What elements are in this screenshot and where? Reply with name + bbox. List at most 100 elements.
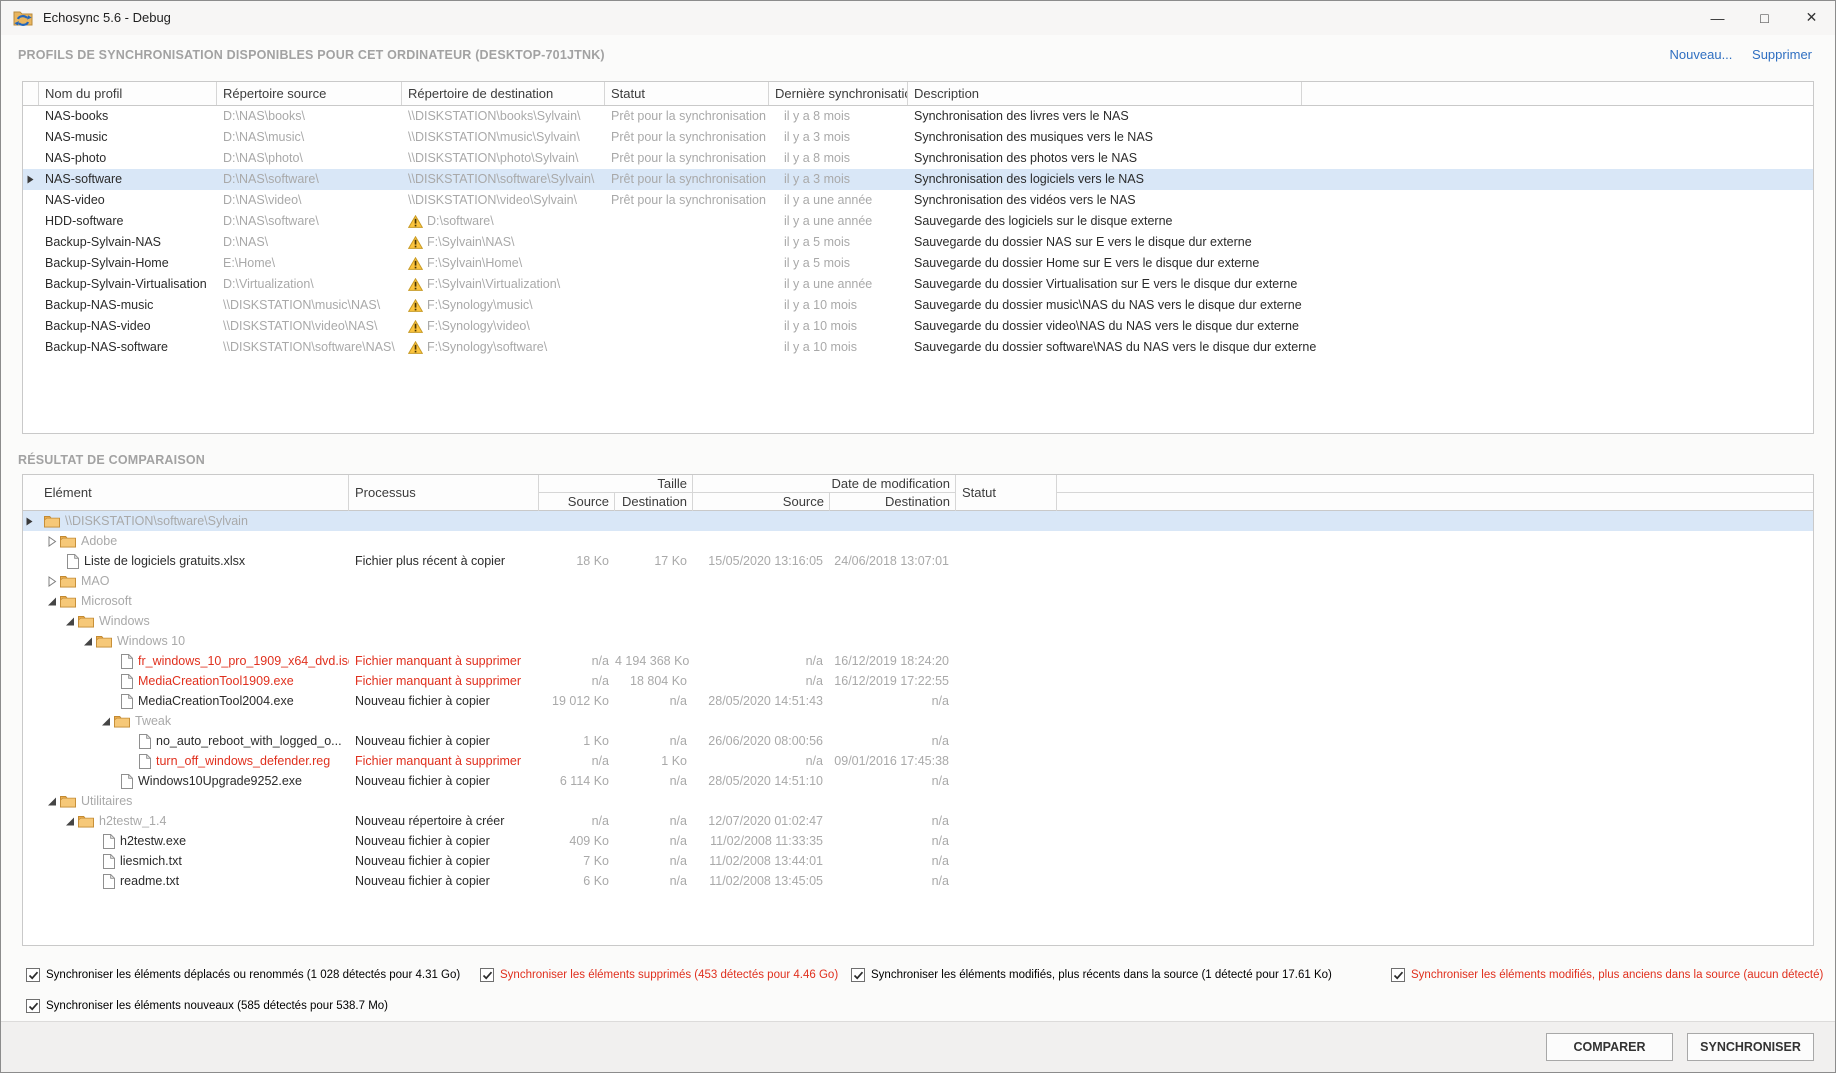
- comparison-folder-row[interactable]: Utilitaires: [23, 791, 1813, 811]
- profile-row[interactable]: Backup-NAS-video\\DISKSTATION\video\NAS\…: [23, 316, 1813, 337]
- profile-row[interactable]: Backup-Sylvain-VirtualisationD:\Virtuali…: [23, 274, 1813, 295]
- date-source-cell: 28/05/2020 14:51:43: [693, 691, 830, 711]
- profile-row[interactable]: Backup-Sylvain-NASD:\NAS\F:\Sylvain\NAS\…: [23, 232, 1813, 253]
- comparison-folder-row[interactable]: MAO: [23, 571, 1813, 591]
- profile-row[interactable]: NAS-booksD:\NAS\books\\\DISKSTATION\book…: [23, 106, 1813, 127]
- column-group-size: Taille: [539, 475, 693, 493]
- comparison-folder-row[interactable]: Tweak: [23, 711, 1813, 731]
- column-header-size-destination[interactable]: Destination: [615, 493, 693, 511]
- process-cell: Fichier manquant à supprimer: [349, 751, 539, 771]
- column-header-date-source[interactable]: Source: [693, 493, 830, 511]
- last-sync-cell: il y a 10 mois: [769, 337, 908, 358]
- folder-icon: [114, 714, 130, 728]
- profile-row[interactable]: HDD-softwareD:\NAS\software\D:\software\…: [23, 211, 1813, 232]
- option-checkbox[interactable]: Synchroniser les éléments modifiés, plus…: [851, 968, 1332, 982]
- option-checkbox[interactable]: Synchroniser les éléments modifiés, plus…: [1391, 968, 1823, 982]
- column-header-source[interactable]: Répertoire source: [217, 82, 402, 105]
- profile-row[interactable]: NAS-musicD:\NAS\music\\\DISKSTATION\musi…: [23, 127, 1813, 148]
- date-destination-cell: [830, 531, 956, 551]
- minimize-button[interactable]: —: [1694, 1, 1741, 34]
- expander-open-icon[interactable]: [65, 616, 76, 627]
- profile-name-cell: NAS-video: [39, 190, 217, 211]
- maximize-button[interactable]: □: [1741, 1, 1788, 34]
- column-header-last-sync[interactable]: Dernière synchronisation: [769, 82, 908, 105]
- comparison-file-row[interactable]: no_auto_reboot_with_logged_o...Nouveau f…: [23, 731, 1813, 751]
- profile-row[interactable]: NAS-softwareD:\NAS\software\\\DISKSTATIO…: [23, 169, 1813, 190]
- expander-open-icon[interactable]: [47, 796, 58, 807]
- comparison-file-row[interactable]: readme.txtNouveau fichier à copier6 Kon/…: [23, 871, 1813, 891]
- comparison-file-row[interactable]: Windows10Upgrade9252.exeNouveau fichier …: [23, 771, 1813, 791]
- comparison-folder-row[interactable]: Adobe: [23, 531, 1813, 551]
- status-cell: [956, 811, 1057, 831]
- close-button[interactable]: ✕: [1788, 1, 1835, 34]
- comparison-file-row[interactable]: h2testw.exeNouveau fichier à copier409 K…: [23, 831, 1813, 851]
- column-header-size-source[interactable]: Source: [539, 493, 615, 511]
- size-source-cell: n/a: [539, 651, 615, 671]
- column-header-destination[interactable]: Répertoire de destination: [402, 82, 605, 105]
- checkbox-box[interactable]: [26, 968, 40, 982]
- profile-row[interactable]: Backup-NAS-music\\DISKSTATION\music\NAS\…: [23, 295, 1813, 316]
- expander-open-icon[interactable]: [101, 716, 112, 727]
- checkmark-icon: [482, 970, 493, 981]
- column-header-element[interactable]: Elément: [38, 475, 349, 511]
- comparison-file-row[interactable]: MediaCreationTool2004.exeNouveau fichier…: [23, 691, 1813, 711]
- source-path-cell: D:\NAS\books\: [217, 106, 402, 127]
- size-source-cell: 409 Ko: [539, 831, 615, 851]
- expander-open-icon[interactable]: [47, 596, 58, 607]
- status-cell: [956, 671, 1057, 691]
- status-cell: [956, 551, 1057, 571]
- comparison-file-row[interactable]: liesmich.txtNouveau fichier à copier7 Ko…: [23, 851, 1813, 871]
- comparison-folder-row[interactable]: Windows: [23, 611, 1813, 631]
- date-source-cell: [693, 631, 830, 651]
- expander-closed-icon[interactable]: [47, 576, 58, 587]
- compare-button[interactable]: COMPARER: [1546, 1033, 1673, 1061]
- comparison-file-row[interactable]: turn_off_windows_defender.regFichier man…: [23, 751, 1813, 771]
- comparison-file-row[interactable]: MediaCreationTool1909.exeFichier manquan…: [23, 671, 1813, 691]
- element-name: Windows10Upgrade9252.exe: [138, 771, 302, 791]
- folder-icon: [60, 594, 76, 608]
- date-destination-cell: n/a: [830, 811, 956, 831]
- file-icon: [66, 554, 79, 569]
- date-destination-cell: 16/12/2019 18:24:20: [830, 651, 956, 671]
- profile-row[interactable]: Backup-Sylvain-HomeE:\Home\F:\Sylvain\Ho…: [23, 253, 1813, 274]
- comparison-file-row[interactable]: fr_windows_10_pro_1909_x64_dvd.isoFichie…: [23, 651, 1813, 671]
- profile-row[interactable]: NAS-photoD:\NAS\photo\\\DISKSTATION\phot…: [23, 148, 1813, 169]
- option-checkbox[interactable]: Synchroniser les éléments déplacés ou re…: [26, 968, 460, 982]
- column-header-status[interactable]: Statut: [956, 475, 1057, 511]
- size-destination-cell: n/a: [615, 831, 693, 851]
- comparison-folder-row[interactable]: \\DISKSTATION\software\Sylvain: [23, 511, 1813, 531]
- column-header-date-destination[interactable]: Destination: [830, 493, 956, 511]
- comparison-folder-row[interactable]: Windows 10: [23, 631, 1813, 651]
- delete-profile-link[interactable]: Supprimer: [1752, 47, 1812, 62]
- size-destination-cell: n/a: [615, 851, 693, 871]
- expander-open-icon[interactable]: [65, 816, 76, 827]
- element-cell: Adobe: [38, 531, 349, 551]
- column-header-name[interactable]: Nom du profil: [39, 82, 217, 105]
- profile-row[interactable]: Backup-NAS-software\\DISKSTATION\softwar…: [23, 337, 1813, 358]
- checkbox-box[interactable]: [480, 968, 494, 982]
- option-checkbox[interactable]: Synchroniser les éléments supprimés (453…: [480, 968, 838, 982]
- comparison-file-row[interactable]: Liste de logiciels gratuits.xlsxFichier …: [23, 551, 1813, 571]
- row-indicator-cell: [23, 771, 38, 791]
- profile-row[interactable]: NAS-videoD:\NAS\video\\\DISKSTATION\vide…: [23, 190, 1813, 211]
- option-checkbox[interactable]: Synchroniser les éléments nouveaux (585 …: [26, 999, 388, 1013]
- folder-icon: [78, 814, 94, 828]
- column-header-description[interactable]: Description: [908, 82, 1302, 105]
- new-profile-link[interactable]: Nouveau...: [1670, 47, 1733, 62]
- description-cell: Synchronisation des vidéos vers le NAS: [908, 190, 1408, 211]
- comparison-folder-row[interactable]: Microsoft: [23, 591, 1813, 611]
- synchronize-button[interactable]: SYNCHRONISER: [1687, 1033, 1814, 1061]
- column-header-process[interactable]: Processus: [349, 475, 539, 511]
- element-cell: Windows: [38, 611, 349, 631]
- checkbox-box[interactable]: [1391, 968, 1405, 982]
- description-cell: Synchronisation des livres vers le NAS: [908, 106, 1408, 127]
- last-sync-cell: il y a 8 mois: [769, 148, 908, 169]
- process-cell: [349, 711, 539, 731]
- expander-closed-icon[interactable]: [47, 536, 58, 547]
- column-header-status[interactable]: Statut: [605, 82, 769, 105]
- expander-open-icon[interactable]: [83, 636, 94, 647]
- process-cell: Nouveau fichier à copier: [349, 691, 539, 711]
- checkbox-box[interactable]: [26, 999, 40, 1013]
- comparison-folder-row[interactable]: h2testw_1.4Nouveau répertoire à créern/a…: [23, 811, 1813, 831]
- checkbox-box[interactable]: [851, 968, 865, 982]
